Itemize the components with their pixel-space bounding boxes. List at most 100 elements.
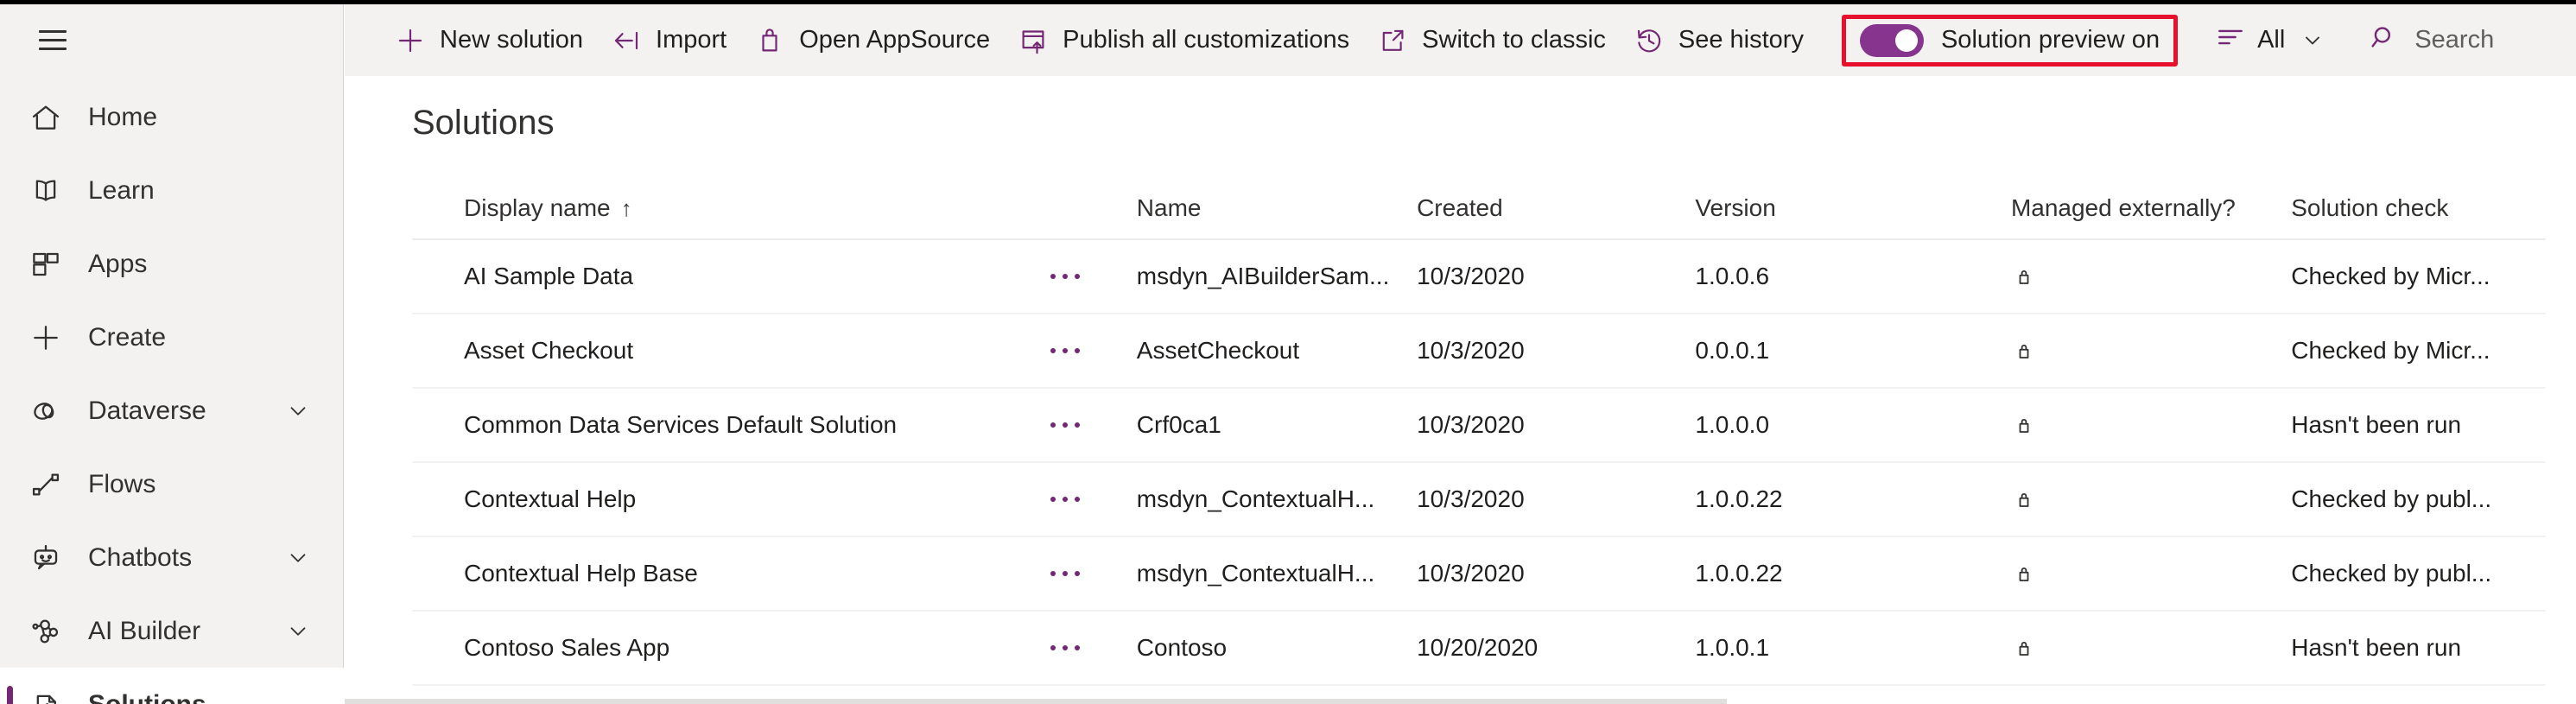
column-header-name[interactable]: Name xyxy=(1137,194,1417,222)
sidebar-item-label: Dataverse xyxy=(88,396,206,425)
search-input[interactable] xyxy=(2414,26,2576,54)
lock-icon xyxy=(2011,412,2291,438)
column-header-solution-check[interactable]: Solution check xyxy=(2291,194,2546,222)
lock-icon xyxy=(2011,263,2291,289)
table-row[interactable]: Contextual Help Base msdyn_ContextualH...… xyxy=(412,537,2546,612)
sidebar-item-apps[interactable]: Apps xyxy=(0,227,344,301)
toolbar-publish-all-customizations-button[interactable]: Publish all customizations xyxy=(1004,14,1363,67)
lock-icon xyxy=(2011,561,2291,587)
flow-icon xyxy=(26,465,66,504)
sidebar-item-create[interactable]: Create xyxy=(0,301,344,374)
horizontal-scrollbar-thumb[interactable] xyxy=(345,699,1727,704)
history-clock-icon xyxy=(1634,25,1665,56)
toolbar-switch-to-classic-button[interactable]: Switch to classic xyxy=(1363,14,1620,67)
toolbar-import-button[interactable]: Import xyxy=(597,14,740,67)
cell-actions xyxy=(1025,497,1137,502)
filter-lines-icon xyxy=(2216,22,2245,59)
sidebar-item-home[interactable]: Home xyxy=(0,80,344,154)
toolbar-open-appsource-button[interactable]: Open AppSource xyxy=(740,14,1004,67)
row-more-actions-icon[interactable] xyxy=(1050,348,1080,353)
row-more-actions-icon[interactable] xyxy=(1050,645,1080,650)
cell-display-name[interactable]: Common Data Services Default Solution xyxy=(412,411,1025,439)
apps-grid-icon xyxy=(26,244,66,284)
solutions-grid: Display name ↑ Name Created Version Manag… xyxy=(412,178,2546,686)
column-header-display-name[interactable]: Display name ↑ xyxy=(412,194,1025,222)
toggle-track xyxy=(1859,23,1924,57)
cell-version: 1.0.0.6 xyxy=(1695,263,1770,289)
table-row[interactable]: Contoso Sales App Contoso 10/20/2020 1.0.0.… xyxy=(412,612,2546,686)
sidebar-item-dataverse[interactable]: Dataverse xyxy=(0,374,344,447)
sidebar-item-label: Create xyxy=(88,322,167,352)
chevron-down-icon[interactable] xyxy=(285,545,311,571)
sidebar-item-label: Apps xyxy=(88,249,148,278)
cell-display-name[interactable]: Contoso Sales App xyxy=(412,634,1025,662)
cell-managed-externally xyxy=(2011,412,2291,438)
table-row[interactable]: Common Data Services Default Solution Crf… xyxy=(412,389,2546,463)
row-more-actions-icon[interactable] xyxy=(1050,422,1080,428)
chevron-down-icon[interactable] xyxy=(285,618,311,644)
sidebar-item-solutions[interactable]: Solutions xyxy=(0,668,344,704)
cell-name: msdyn_ContextualH... xyxy=(1137,485,1417,513)
row-more-actions-icon[interactable] xyxy=(1050,497,1080,502)
column-header-managed-externally[interactable]: Managed externally? xyxy=(2011,194,2291,222)
cell-version: 1.0.0.22 xyxy=(1695,485,1783,512)
toolbar-new-solution-button[interactable]: New solution xyxy=(381,14,597,67)
toolbar-see-history-button[interactable]: See history xyxy=(1620,14,1818,67)
cell-managed-externally xyxy=(2011,338,2291,364)
cell-display-name-text: Common Data Services Default Solution xyxy=(464,411,898,438)
chevron-down-icon[interactable] xyxy=(285,398,311,424)
hamburger-menu-button[interactable] xyxy=(19,13,86,67)
toolbar-command-label: Open AppSource xyxy=(799,26,991,54)
search-box[interactable] xyxy=(2351,14,2576,67)
filter-all-dropdown[interactable]: All xyxy=(2204,14,2337,67)
cell-display-name-text: AI Sample Data xyxy=(464,263,634,289)
solution-preview-toggle[interactable]: Solution preview on xyxy=(1841,14,2179,67)
import-arrow-icon xyxy=(611,25,642,56)
cell-name-text: msdyn_AIBuilderSam... xyxy=(1136,263,1390,289)
cell-solution-check-text: Checked by Micr... xyxy=(2291,337,2490,364)
page-title: Solutions xyxy=(412,104,555,142)
cell-solution-check: Checked by publ... xyxy=(2291,485,2546,513)
cell-name-text: Crf0ca1 xyxy=(1136,411,1221,438)
left-navigation-sidebar: Home Learn Apps Create Dataverse Flows Chatbot… xyxy=(0,4,344,704)
cell-created: 10/3/2020 xyxy=(1417,560,1525,587)
cell-created: 10/3/2020 xyxy=(1417,337,1525,364)
cell-name-text: AssetCheckout xyxy=(1136,337,1300,364)
table-row[interactable]: Contextual Help msdyn_ContextualH... 10/3/… xyxy=(412,463,2546,537)
cell-solution-check: Checked by publ... xyxy=(2291,560,2546,587)
sidebar-item-label: Chatbots xyxy=(88,542,193,572)
sidebar-item-flows[interactable]: Flows xyxy=(0,447,344,521)
cell-display-name[interactable]: Asset Checkout xyxy=(412,337,1025,365)
cell-actions xyxy=(1025,274,1137,279)
cell-created: 10/20/2020 xyxy=(1417,634,1539,661)
cell-display-name[interactable]: Contextual Help Base xyxy=(412,560,1025,587)
cell-solution-check-text: Hasn't been run xyxy=(2291,634,2462,661)
cell-display-name[interactable]: AI Sample Data xyxy=(412,263,1025,290)
sidebar-item-label: Solutions xyxy=(88,689,206,704)
column-header-version[interactable]: Version xyxy=(1695,194,2011,222)
cell-display-name-text: Contextual Help xyxy=(464,485,637,512)
toolbar-command-label: Publish all customizations xyxy=(1063,26,1350,54)
cell-created: 10/3/2020 xyxy=(1417,263,1525,289)
cell-managed-externally xyxy=(2011,263,2291,289)
row-more-actions-icon[interactable] xyxy=(1050,274,1080,279)
cell-display-name[interactable]: Contextual Help xyxy=(412,485,1025,513)
cell-display-name-text: Asset Checkout xyxy=(464,337,634,364)
search-icon xyxy=(2370,23,2399,57)
table-row[interactable]: AI Sample Data msdyn_AIBuilderSam... 10/3/… xyxy=(412,240,2546,314)
row-more-actions-icon[interactable] xyxy=(1050,571,1080,576)
toolbar-command-label: Import xyxy=(656,26,727,54)
table-row[interactable]: Asset Checkout AssetCheckout 10/3/2020 0.0.… xyxy=(412,314,2546,389)
sidebar-item-ai-builder[interactable]: AI Builder xyxy=(0,594,344,668)
column-header-created[interactable]: Created xyxy=(1417,194,1695,222)
sidebar-item-chatbots[interactable]: Chatbots xyxy=(0,521,344,594)
open-in-new-icon xyxy=(1377,25,1408,56)
cell-version: 1.0.0.22 xyxy=(1695,560,1783,587)
sort-ascending-icon: ↑ xyxy=(620,195,632,221)
cell-solution-check-text: Checked by Micr... xyxy=(2291,263,2490,289)
sidebar-item-label: Learn xyxy=(88,175,155,205)
sidebar-item-learn[interactable]: Learn xyxy=(0,154,344,227)
horizontal-scrollbar[interactable] xyxy=(345,699,2576,704)
hamburger-icon xyxy=(39,29,67,50)
power-apps-solutions-screen: Home Learn Apps Create Dataverse Flows Chatbot… xyxy=(0,0,2576,704)
